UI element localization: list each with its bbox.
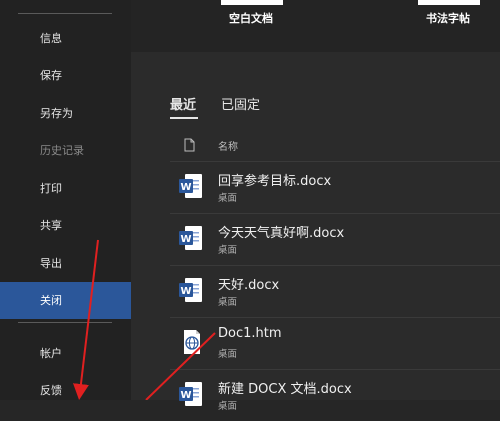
file-location: 桌面: [218, 401, 238, 412]
annotation-arrow-down: [72, 239, 99, 400]
annotation-arrows: [72, 239, 216, 400]
annotation-arrow-diagonal: [145, 332, 216, 400]
